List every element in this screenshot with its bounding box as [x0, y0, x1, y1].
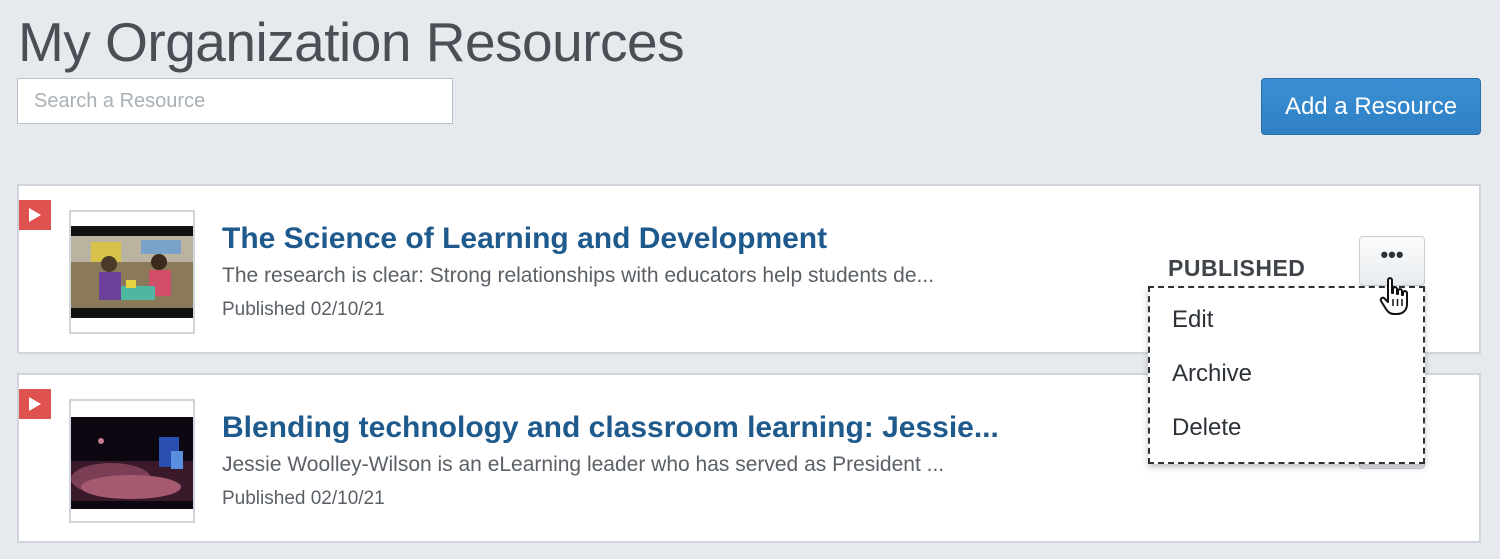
- menu-item-edit[interactable]: Edit: [1172, 306, 1213, 334]
- menu-item-archive[interactable]: Archive: [1172, 360, 1252, 388]
- hand-pointer-icon: [1379, 277, 1408, 315]
- resource-description: The research is clear: Strong relationsh…: [222, 264, 935, 287]
- resource-thumbnail[interactable]: [69, 210, 195, 334]
- page-title: My Organization Resources: [18, 11, 685, 73]
- menu-item-delete[interactable]: Delete: [1172, 414, 1241, 442]
- play-icon: [19, 200, 51, 230]
- resource-date: Published 02/10/21: [222, 488, 385, 509]
- more-dots-icon: •••: [1380, 241, 1404, 267]
- resource-title[interactable]: Blending technology and classroom learni…: [222, 411, 999, 445]
- play-icon: [19, 389, 51, 419]
- search-input[interactable]: [17, 78, 453, 124]
- resource-title[interactable]: The Science of Learning and Development: [222, 222, 827, 256]
- resource-date: Published 02/10/21: [222, 299, 385, 320]
- resource-description: Jessie Woolley-Wilson is an eLearning le…: [222, 453, 945, 476]
- resource-thumbnail[interactable]: [69, 399, 195, 523]
- status-badge: PUBLISHED: [1168, 255, 1306, 281]
- add-resource-button[interactable]: Add a Resource: [1261, 78, 1481, 135]
